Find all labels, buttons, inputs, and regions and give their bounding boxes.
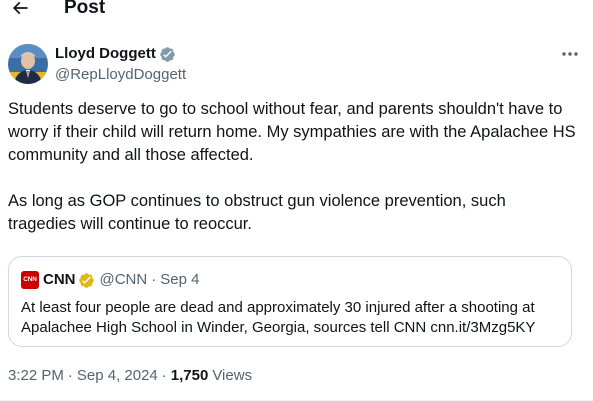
post-date[interactable]: Sep 4, 2024 — [77, 366, 158, 386]
views-label: Views — [212, 367, 253, 384]
author-handle[interactable]: @RepLloydDoggett — [55, 65, 186, 85]
author-row: Lloyd Doggett @RepLloydDoggett — [8, 44, 585, 86]
quoted-author-handle[interactable]: @CNN — [100, 270, 148, 290]
page-title: Post — [64, 0, 106, 18]
cnn-logo-icon[interactable]: CNN — [21, 271, 39, 289]
avatar[interactable] — [8, 44, 48, 84]
quoted-post-header: CNN CNN @CNN · Sep 4 — [21, 270, 199, 290]
separator-dot: · — [67, 367, 73, 384]
post-time[interactable]: 3:22 PM — [8, 366, 64, 386]
arrow-left-icon[interactable] — [6, 0, 34, 22]
quoted-author-name[interactable]: CNN — [43, 270, 76, 290]
more-options-icon[interactable] — [555, 44, 585, 64]
tweet-paragraph-2: As long as GOP continues to obstruct gun… — [8, 192, 506, 233]
author-name[interactable]: Lloyd Doggett — [55, 44, 156, 64]
quoted-post-card[interactable]: CNN CNN @CNN · Sep 4 At least four peopl… — [8, 256, 572, 347]
post-header: Post — [0, 0, 593, 22]
gold-verified-badge-icon[interactable] — [78, 271, 96, 289]
post-metadata: 3:22 PM · Sep 4, 2024 · 1,750 Views — [8, 366, 252, 386]
quoted-post-text: At least four people are dead and approx… — [21, 299, 536, 336]
quoted-post-date[interactable]: Sep 4 — [160, 270, 199, 290]
tweet-text: Students deserve to go to school without… — [8, 98, 578, 236]
separator-dot: · — [161, 367, 167, 384]
tweet-paragraph-1: Students deserve to go to school without… — [8, 100, 576, 164]
verified-badge-icon[interactable] — [159, 45, 177, 63]
author-name-row: Lloyd Doggett — [55, 44, 177, 64]
separator-dot: · — [151, 271, 157, 288]
views-count[interactable]: 1,750 — [171, 366, 209, 386]
